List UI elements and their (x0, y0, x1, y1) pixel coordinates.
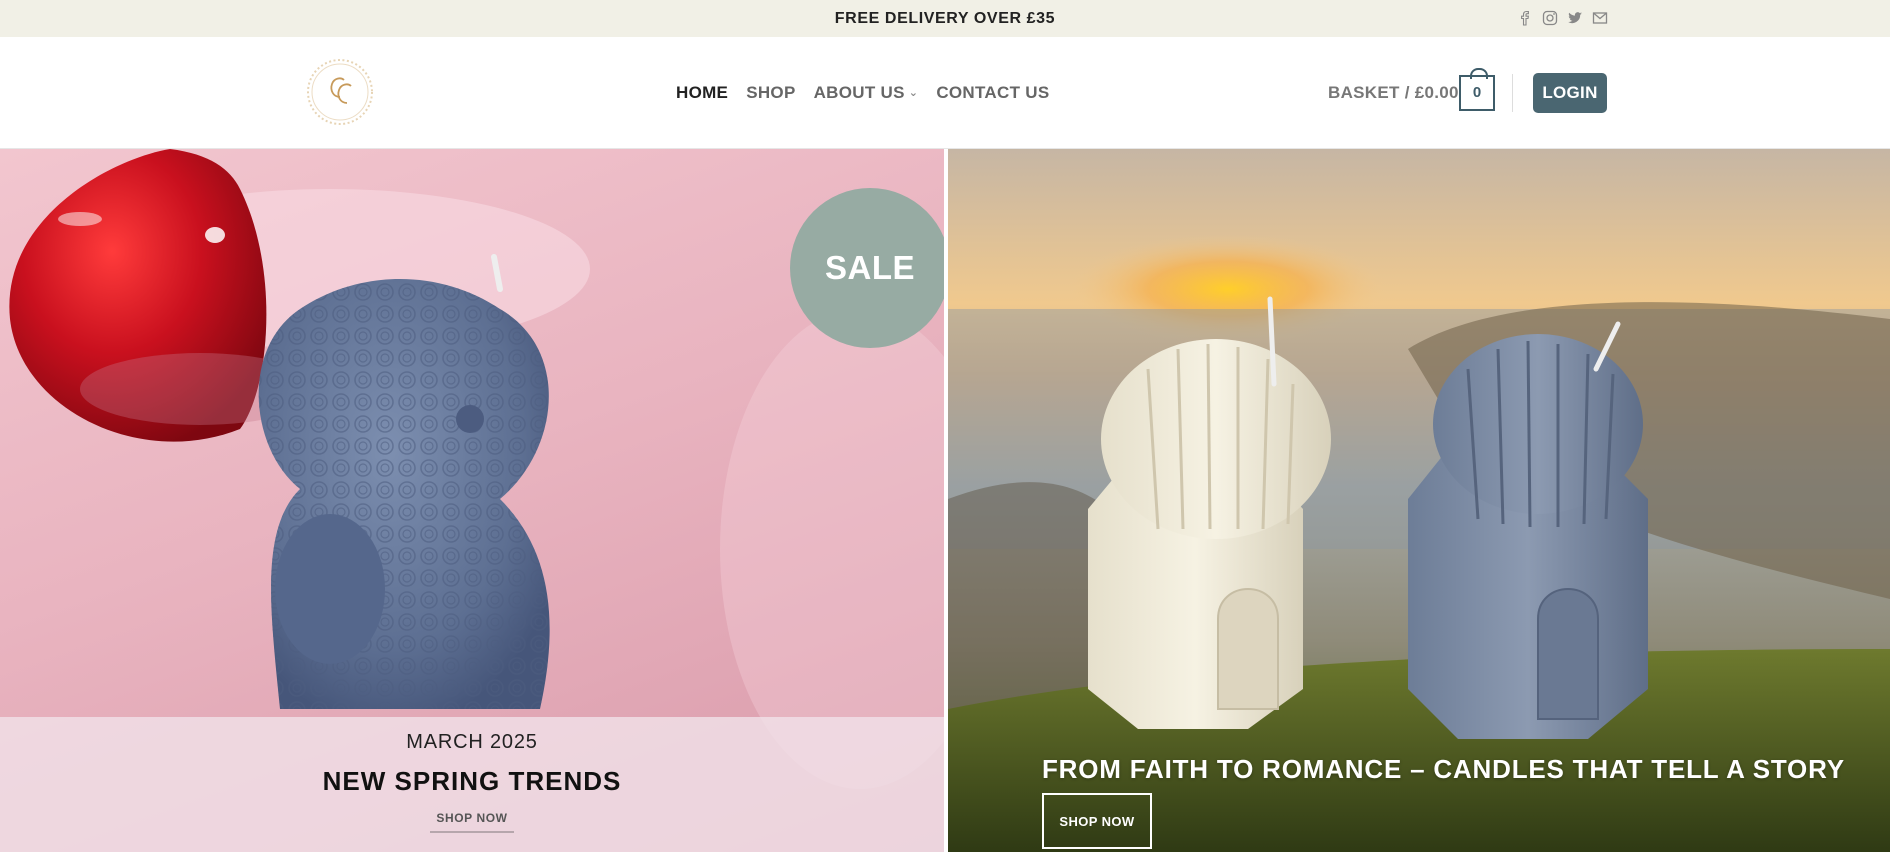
nav-contact-label: CONTACT US (936, 83, 1050, 102)
facebook-icon[interactable] (1516, 9, 1534, 27)
header-divider (1512, 74, 1513, 112)
nav-about-label: ABOUT US (813, 83, 905, 102)
nav-home-label: HOME (676, 83, 729, 102)
basket-total: BASKET / £0.00 (1328, 83, 1459, 102)
hero-left-caption: MARCH 2025 NEW SPRING TRENDS SHOP NOW (0, 717, 944, 852)
instagram-icon[interactable] (1541, 9, 1559, 27)
nav-home[interactable]: HOME (676, 83, 728, 103)
main-navigation: HOME SHOP ABOUT US ⌄ CONTACT US (676, 37, 1050, 149)
twitter-icon[interactable] (1566, 9, 1584, 27)
hero-left-panel[interactable]: SALE MARCH 2025 NEW SPRING TRENDS SHOP N… (0, 149, 944, 852)
shop-now-link[interactable]: SHOP NOW (430, 811, 514, 833)
hero-right-title: FROM FAITH TO ROMANCE – CANDLES THAT TEL… (1042, 754, 1845, 784)
chevron-down-icon: ⌄ (908, 86, 919, 99)
nav-contact-us[interactable]: CONTACT US (936, 83, 1049, 103)
basket-link[interactable]: BASKET / £0.00 0 (1328, 37, 1495, 149)
nav-shop[interactable]: SHOP (746, 83, 795, 103)
site-logo[interactable] (304, 56, 376, 128)
hero-right-panel[interactable]: FROM FAITH TO ROMANCE – CANDLES THAT TEL… (948, 149, 1890, 852)
nav-shop-label: SHOP (746, 83, 796, 102)
email-icon[interactable] (1591, 9, 1609, 27)
login-button[interactable]: LOGIN (1533, 73, 1607, 113)
temple-candles-image (948, 234, 1890, 852)
top-bar: FREE DELIVERY OVER £35 (0, 0, 1890, 37)
shop-now-button[interactable]: SHOP NOW (1042, 793, 1152, 849)
hero-left-date: MARCH 2025 (406, 731, 538, 753)
social-links (1516, 9, 1609, 27)
nav-about-us[interactable]: ABOUT US ⌄ (814, 83, 919, 103)
site-header: HOME SHOP ABOUT US ⌄ CONTACT US BASKET / … (0, 37, 1890, 149)
sale-badge: SALE (790, 188, 944, 348)
basket-icon[interactable]: 0 (1459, 68, 1495, 111)
basket-count: 0 (1472, 84, 1482, 101)
hero-left-title: NEW SPRING TRENDS (322, 766, 622, 796)
